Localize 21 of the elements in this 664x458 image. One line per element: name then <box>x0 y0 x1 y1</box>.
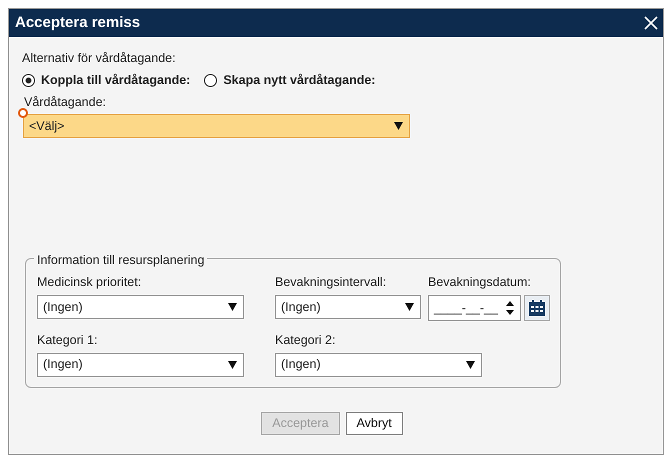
spinner-icon[interactable] <box>506 301 514 315</box>
field-label: Bevakningsdatum: <box>428 274 532 292</box>
field-label: Kategori 2: <box>275 332 336 349</box>
field-label: Bevakningsintervall: <box>275 274 388 292</box>
calendar-icon <box>528 299 546 317</box>
radio-option[interactable]: Skapa nytt vårdåtagande: <box>204 70 376 90</box>
dropdown-field[interactable]: (Ingen) <box>275 352 482 377</box>
field-label: Vårdåtagande: <box>24 94 108 111</box>
close-icon[interactable] <box>643 15 659 31</box>
dropdown-field[interactable]: (Ingen) <box>37 352 244 377</box>
radio-option[interactable]: Koppla till vårdåtagande: <box>22 70 190 90</box>
dropdown-field[interactable]: <Välj> <box>23 114 410 138</box>
option-label: Alternativ för vårdåtagande: <box>22 50 177 67</box>
field-label: Medicinsk prioritet: <box>37 274 142 292</box>
calendar-button[interactable] <box>524 295 550 321</box>
window-title: Acceptera remiss <box>15 12 140 33</box>
dropdown-field[interactable]: (Ingen) <box>275 295 421 319</box>
date-field[interactable]: ____-__-__ <box>428 295 521 321</box>
field-label: Kategori 1: <box>37 332 98 349</box>
dropdown-field[interactable]: (Ingen) <box>37 295 244 319</box>
dialog-button[interactable]: Avbryt <box>346 412 403 434</box>
